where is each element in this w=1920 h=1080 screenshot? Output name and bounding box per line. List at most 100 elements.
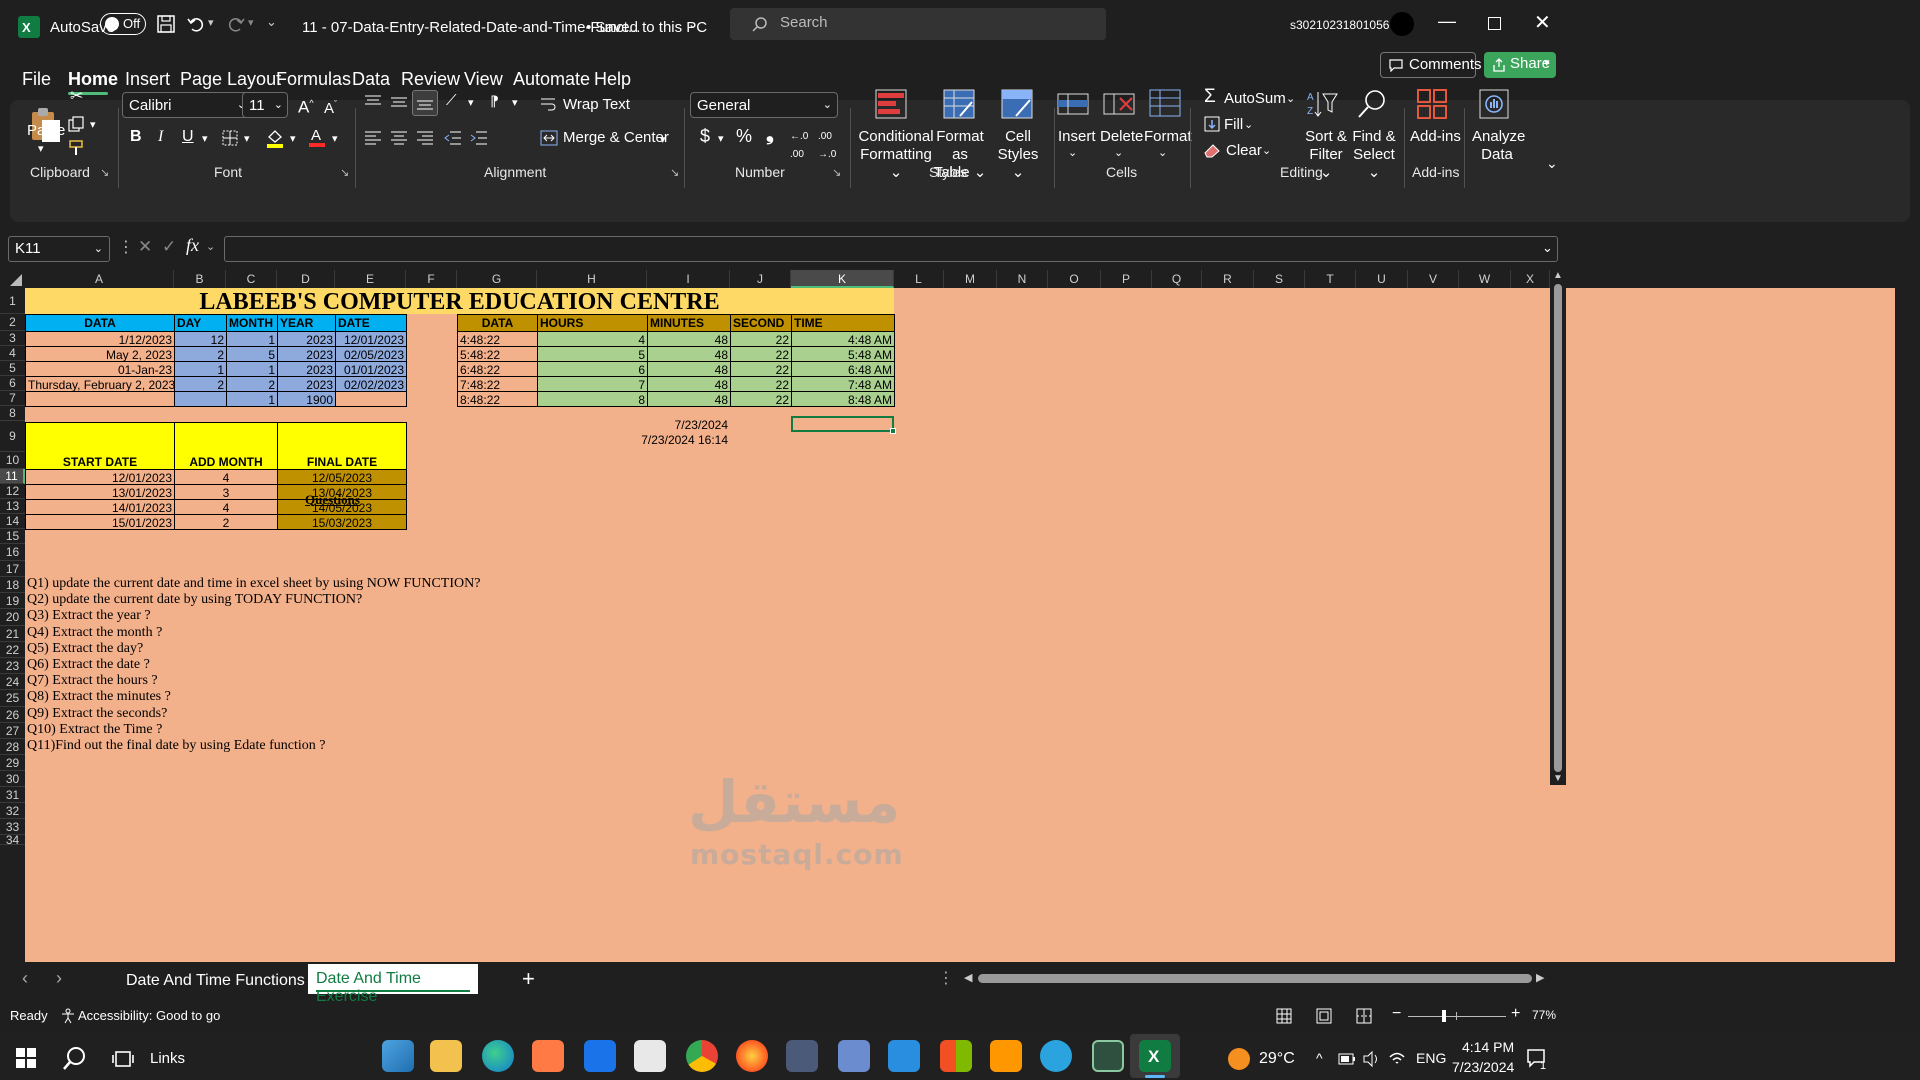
table-cell[interactable]: 48	[647, 391, 731, 407]
page-break-view-icon[interactable]	[1356, 1008, 1372, 1024]
currency-dropdown-icon[interactable]: ▾	[718, 130, 724, 148]
find-select-icon[interactable]	[1356, 88, 1388, 120]
add-sheet-icon[interactable]: +	[522, 966, 535, 992]
app-icon-circle[interactable]	[1092, 1040, 1124, 1072]
zoom-level[interactable]: 77%	[1532, 1008, 1556, 1022]
app-icon-shield[interactable]	[838, 1040, 870, 1072]
clock-time[interactable]: 4:14 PM	[1462, 1039, 1514, 1055]
question-item[interactable]: Q2) update the current date by using TOD…	[27, 592, 362, 608]
table-cell[interactable]: 12	[174, 331, 227, 347]
chevron-down-icon[interactable]: ⌄	[206, 240, 215, 253]
tab-options-icon[interactable]: ⋮	[938, 968, 954, 988]
font-name-select[interactable]: Calibri⌄	[122, 92, 252, 118]
table-cell[interactable]: 5	[537, 346, 648, 362]
comma-style-icon[interactable]: ❟	[766, 124, 774, 144]
scroll-up-icon[interactable]: ▲	[1553, 270, 1563, 281]
accessibility-status[interactable]: Accessibility: Good to go	[78, 1008, 220, 1023]
autosave-toggle[interactable]: Off	[100, 13, 146, 35]
telegram-icon[interactable]	[1040, 1040, 1072, 1072]
increase-decimal-icon[interactable]: ←.0.00	[790, 128, 808, 164]
table-cell[interactable]: 02/05/2023	[335, 346, 407, 362]
column-header[interactable]: J	[730, 270, 791, 288]
taskbar-search-icon[interactable]	[62, 1046, 86, 1070]
column-header[interactable]: R	[1202, 270, 1254, 288]
tray-overflow-icon[interactable]: ^	[1316, 1050, 1323, 1066]
tab-automate[interactable]: Automate	[513, 69, 590, 90]
table-cell[interactable]	[174, 391, 227, 407]
insert-dropdown-icon[interactable]: ⌄	[1068, 144, 1077, 162]
conditional-formatting-label[interactable]: Conditional Formatting ⌄	[858, 128, 934, 182]
tab-data[interactable]: Data	[352, 69, 390, 90]
table-cell[interactable]: 2023	[277, 361, 336, 377]
column-header[interactable]: D	[277, 270, 335, 288]
formula-input[interactable]	[224, 236, 1558, 262]
row-header[interactable]: 20	[0, 609, 25, 626]
cancel-entry-icon[interactable]: ✕	[138, 237, 152, 257]
table-cell[interactable]: 13/01/2023	[25, 484, 175, 500]
table-cell[interactable]: 1	[226, 331, 278, 347]
row-header[interactable]: 22	[0, 642, 25, 658]
customize-qat-icon[interactable]: ⌄	[266, 14, 277, 30]
font-size-select[interactable]: 11 ⌄	[242, 92, 288, 118]
comments-button[interactable]: Comments	[1380, 52, 1482, 78]
wrap-text-icon[interactable]	[540, 96, 556, 112]
merge-center-icon[interactable]	[540, 130, 558, 146]
row-header[interactable]: 21	[0, 626, 25, 642]
table-header-cell[interactable]: YEAR	[277, 314, 336, 332]
tab-view[interactable]: View	[464, 69, 503, 90]
table-cell[interactable]: 12/01/2023	[335, 331, 407, 347]
question-item[interactable]: Q11)Find out the final date by using Eda…	[27, 738, 325, 754]
windows-start-icon[interactable]	[16, 1048, 36, 1068]
table-cell[interactable]: 1	[226, 361, 278, 377]
font-color-dropdown-icon[interactable]: ▾	[332, 130, 338, 148]
wifi-icon[interactable]	[1388, 1050, 1406, 1068]
table-cell[interactable]	[25, 391, 175, 407]
page-layout-view-icon[interactable]	[1316, 1008, 1332, 1024]
sheet-title[interactable]: LABEEB'S COMPUTER EDUCATION CENTRE	[25, 288, 894, 315]
redo-icon[interactable]	[226, 14, 246, 34]
table-cell[interactable]: 7:48:22	[457, 376, 538, 392]
vertical-scroll-thumb[interactable]	[1554, 284, 1562, 772]
table-cell[interactable]: May 2, 2023	[25, 346, 175, 362]
row-header[interactable]: 13	[0, 499, 25, 514]
font-color-icon[interactable]: A	[308, 126, 326, 148]
undo-dropdown-icon[interactable]: ▾	[208, 16, 214, 29]
search-box[interactable]: Search	[730, 8, 1106, 40]
spreadsheet-grid[interactable]: ABCDEFGHIJKLMNOPQRSTUVWX 1 2 3 4 5 6 7 8 9 10 11 12…	[0, 270, 1920, 962]
table-cell[interactable]: 3	[174, 484, 278, 500]
more-options-icon[interactable]: ⋮	[118, 237, 134, 257]
table-cell[interactable]: 48	[647, 346, 731, 362]
table-cell[interactable]: 15/01/2023	[25, 514, 175, 530]
row-header[interactable]: 24	[0, 674, 25, 690]
column-header[interactable]: P	[1101, 270, 1152, 288]
tab-review[interactable]: Review	[401, 69, 460, 90]
format-dropdown-icon[interactable]: ⌄	[1158, 144, 1167, 162]
fill-color-icon[interactable]	[266, 128, 284, 148]
question-item[interactable]: Q7) Extract the hours ?	[27, 673, 158, 689]
tab-file[interactable]: File	[22, 69, 51, 90]
table-header-cell[interactable]: DATA	[457, 314, 538, 332]
table-cell[interactable]: 15/03/2023	[277, 514, 407, 530]
table-header-cell[interactable]: START DATE	[25, 422, 175, 470]
format-cells-icon[interactable]	[1148, 86, 1182, 120]
table-header-cell[interactable]: FINAL DATE	[277, 422, 407, 470]
zoom-in-icon[interactable]: +	[1511, 1005, 1520, 1023]
bold-icon[interactable]: B	[130, 128, 142, 146]
zoom-out-icon[interactable]: −	[1392, 1005, 1401, 1023]
chrome-icon[interactable]	[686, 1040, 718, 1072]
close-icon[interactable]: ✕	[1534, 10, 1551, 35]
undo-icon[interactable]	[186, 14, 206, 34]
row-header[interactable]: 28	[0, 739, 25, 755]
scroll-down-icon[interactable]: ▼	[1553, 773, 1563, 784]
table-cell[interactable]: 48	[647, 331, 731, 347]
table-cell[interactable]: 4	[174, 499, 278, 515]
row-header[interactable]: 8	[0, 406, 25, 421]
insert-function-icon[interactable]: fx	[186, 235, 199, 256]
column-header[interactable]: T	[1305, 270, 1356, 288]
app-icon-colorful[interactable]	[940, 1040, 972, 1072]
avatar[interactable]	[1390, 12, 1414, 36]
table-cell[interactable]: 01-Jan-23	[25, 361, 175, 377]
share-button[interactable]: Share ▾	[1484, 52, 1556, 78]
format-painter-icon[interactable]	[68, 140, 86, 156]
fill-dropdown-icon[interactable]: ⌄	[1244, 116, 1253, 134]
